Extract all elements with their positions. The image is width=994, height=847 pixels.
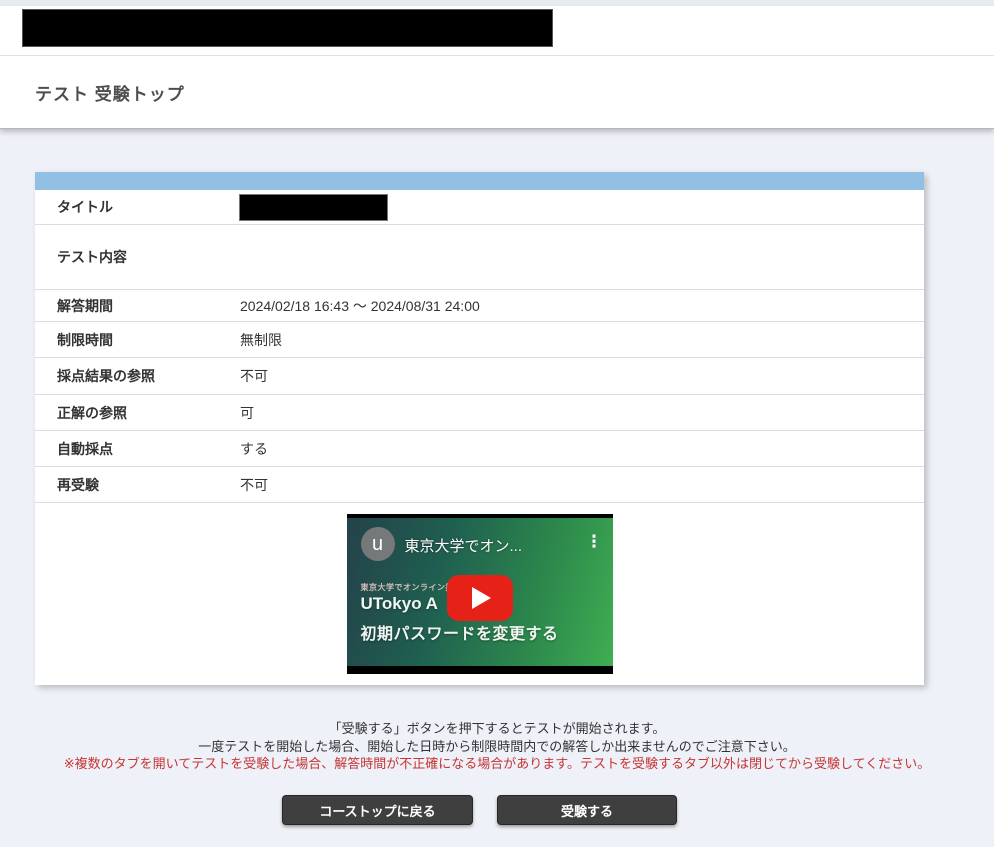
back-to-course-top-button[interactable]: コーストップに戻る (282, 795, 473, 825)
instruction-line-1: 「受験する」ボタンを押下するとテストが開始されます。 (0, 720, 994, 738)
row-label: 正解の参照 (35, 403, 229, 423)
row-label: 解答期間 (35, 296, 229, 316)
youtube-embed[interactable]: u 東京大学でオン... ⋮ 東京大学でオンライン授 UTokyo A 初期パス… (347, 514, 613, 674)
header-nav-bar (0, 6, 994, 56)
row-label: タイトル (35, 197, 229, 217)
row-value: 無制限 (229, 330, 924, 350)
table-row-auto-grading: 自動採点 する (35, 431, 924, 467)
page-title-band: テスト 受験トップ (0, 56, 994, 128)
play-button[interactable] (447, 575, 513, 621)
action-buttons: コーストップに戻る 受験する (35, 795, 924, 825)
table-row-score-reference: 採点結果の参照 不可 (35, 358, 924, 395)
instruction-line-2: 一度テストを開始した場合、開始した日時から制限時間内での解答しか出来ませんのでご… (0, 738, 994, 756)
table-row-period: 解答期間 2024/02/18 16:43 ～ 2024/08/31 24:00 (35, 290, 924, 322)
video-row: u 東京大学でオン... ⋮ 東京大学でオンライン授 UTokyo A 初期パス… (35, 503, 924, 685)
row-label: 自動採点 (35, 439, 229, 459)
table-row-time-limit: 制限時間 無制限 (35, 322, 924, 358)
thumbnail-small-caption: 東京大学でオンライン授 (361, 582, 455, 593)
table-row-answer-reference: 正解の参照 可 (35, 395, 924, 431)
test-info-card: タイトル テスト内容 解答期間 2024/02/18 16:43 ～ 2024/… (35, 172, 924, 685)
table-row-retake: 再受験 不可 (35, 467, 924, 503)
row-value: 不可 (229, 475, 924, 495)
instructions: 「受験する」ボタンを押下するとテストが開始されます。 一度テストを開始した場合、… (0, 720, 994, 773)
page-header: テスト 受験トップ (0, 6, 994, 129)
table-row-content: テスト内容 (35, 225, 924, 290)
table-header-bar (35, 172, 924, 190)
row-value (229, 195, 924, 220)
start-test-button[interactable]: 受験する (497, 795, 677, 825)
thumbnail-caption-line1: UTokyo A (361, 594, 438, 614)
video-title[interactable]: 東京大学でオン... (405, 535, 523, 556)
row-label: テスト内容 (35, 247, 229, 267)
thumbnail-caption-line2: 初期パスワードを変更する (361, 620, 559, 644)
row-value: する (229, 439, 924, 459)
row-value: 2024/02/18 16:43 ～ 2024/08/31 24:00 (229, 296, 924, 316)
channel-avatar[interactable]: u (361, 527, 395, 561)
row-label: 採点結果の参照 (35, 366, 229, 386)
row-label: 制限時間 (35, 330, 229, 350)
row-value: 可 (229, 403, 924, 423)
more-options-icon[interactable]: ⋮ (586, 533, 603, 550)
redacted-header-block (23, 10, 552, 46)
table-row-title: タイトル (35, 190, 924, 225)
play-icon (472, 587, 491, 609)
page-title: テスト 受験トップ (35, 80, 185, 105)
warning-text: ※複数のタブを開いてテストを受験した場合、解答時間が不正確になる場合があります。… (0, 755, 994, 773)
row-label: 再受験 (35, 475, 229, 495)
row-value: 不可 (229, 366, 924, 386)
video-thumbnail: u 東京大学でオン... ⋮ 東京大学でオンライン授 UTokyo A 初期パス… (347, 518, 613, 666)
redacted-test-title (240, 195, 387, 220)
